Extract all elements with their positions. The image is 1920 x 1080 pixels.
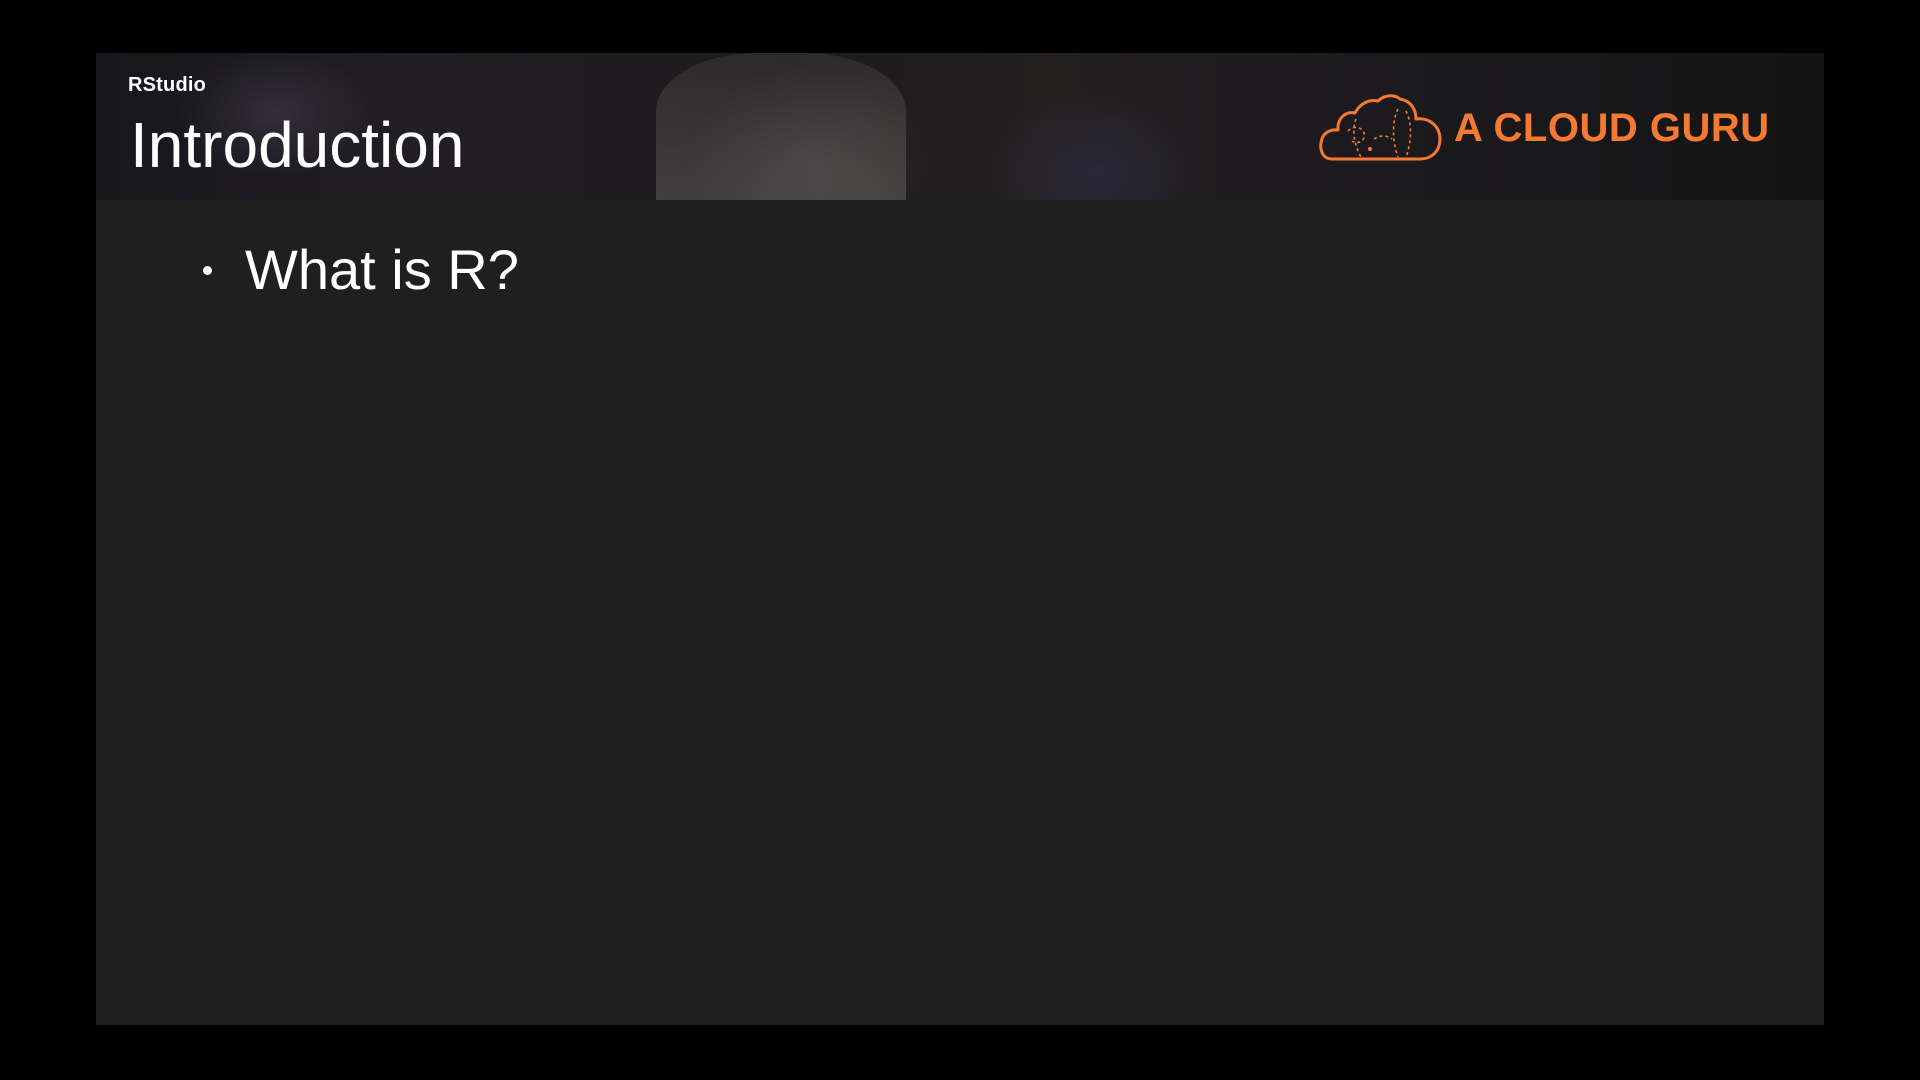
course-subtitle: RStudio: [128, 74, 207, 96]
bullet-dot-icon: [203, 265, 212, 275]
video-frame: RStudio Introduction A CLOUD GURU What i…: [0, 0, 1920, 1080]
header-background-photo: [656, 53, 906, 200]
bullet-item: What is R?: [203, 242, 519, 298]
bullet-text: What is R?: [245, 238, 519, 301]
cloud-logo-icon: [1319, 94, 1442, 161]
brand-name: A CLOUD GURU: [1454, 106, 1770, 150]
slide-title: Introduction: [130, 109, 465, 181]
slide-content: What is R?: [96, 200, 1824, 1025]
slide: RStudio Introduction A CLOUD GURU What i…: [96, 53, 1824, 1025]
brand-logo: A CLOUD GURU: [1318, 89, 1770, 179]
slide-header: RStudio Introduction A CLOUD GURU: [96, 53, 1824, 200]
